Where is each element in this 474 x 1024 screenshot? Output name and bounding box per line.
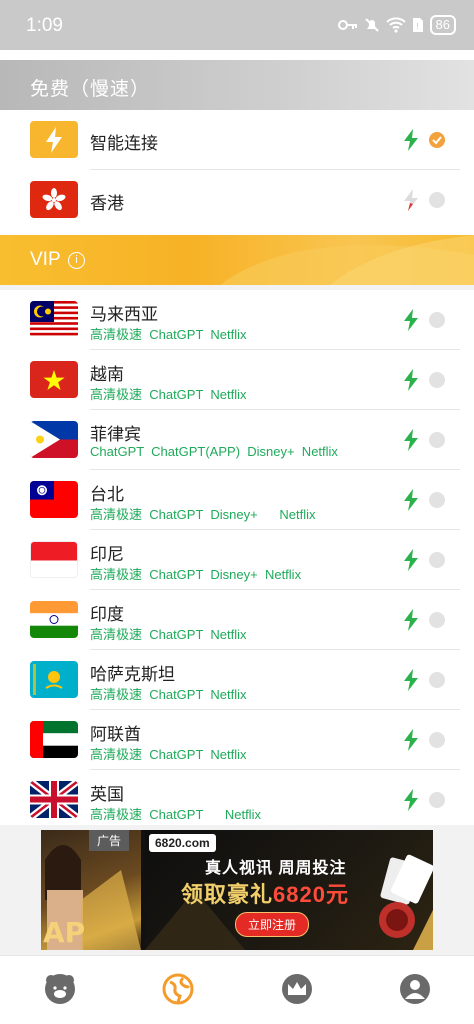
signal-bolt-icon [404, 789, 418, 811]
ad-label: 广告 [89, 830, 130, 851]
list-item-smart-connect[interactable]: 智能连接 [0, 110, 474, 170]
server-tags: ChatGPT ChatGPT(APP) Disney+ Netflix [90, 444, 338, 459]
vip-list: 马来西亚 高清极速 ChatGPT Netflix 越南 高清极速 ChatGP… [0, 290, 474, 825]
user-icon[interactable] [398, 972, 432, 1006]
server-name: 哈萨克斯坦 [90, 665, 175, 684]
server-tags: 高清极速 ChatGPT Netflix [90, 327, 247, 342]
list-item-india[interactable]: 印度 高清极速 ChatGPT Netflix [0, 590, 474, 650]
info-icon[interactable]: i [68, 252, 85, 269]
taipei-flag [30, 481, 78, 518]
vip-section-header: VIP i [0, 235, 474, 285]
server-tags: 高清极速 ChatGPT Netflix [90, 687, 247, 702]
signal-bolt-icon [404, 669, 418, 691]
server-name: 阿联酋 [90, 725, 141, 744]
list-item-hong-kong[interactable]: 香港 [0, 170, 474, 230]
signal-bolt-icon [404, 729, 418, 751]
list-item-taipei[interactable]: 台北 高清极速 ChatGPT Disney+ Netflix [0, 470, 474, 530]
select-radio[interactable] [429, 732, 445, 748]
bear-icon[interactable] [43, 972, 77, 1006]
select-radio[interactable] [429, 612, 445, 628]
mute-icon [364, 18, 379, 32]
server-tags: 高清极速 ChatGPT Netflix [90, 387, 247, 402]
uae-flag [30, 721, 78, 758]
ad-image-right: 6820.com 真人视讯 周周投注 领取豪礼6820元 立即注册 [145, 830, 433, 950]
free-section-header: 免费（慢速） [0, 60, 474, 110]
server-name: 越南 [90, 365, 124, 384]
ad-headline: 真人视讯 周周投注 [205, 860, 347, 877]
vietnam-flag [30, 361, 78, 398]
battery-level: 86 [429, 15, 456, 35]
malaysia-flag [30, 301, 78, 338]
signal-bolt-icon [404, 309, 418, 331]
select-radio[interactable] [429, 552, 445, 568]
spacer [0, 50, 474, 60]
server-name: 菲律宾 [90, 425, 141, 444]
server-tags: 高清极速 ChatGPT Disney+ Netflix [90, 507, 316, 522]
signal-bolt-icon [404, 609, 418, 631]
signal-bolt-weak-icon [404, 189, 418, 211]
ad-offer-amount: 6820元 [273, 882, 349, 907]
crown-icon[interactable] [280, 972, 314, 1006]
indonesia-flag [30, 541, 78, 578]
list-item-indonesia[interactable]: 印尼 高清极速 ChatGPT Disney+ Netflix [0, 530, 474, 590]
list-item-uae[interactable]: 阿联酋 高清极速 ChatGPT Netflix [0, 710, 474, 770]
select-radio[interactable] [429, 192, 445, 208]
sim-icon: ! [412, 18, 423, 32]
vip-section-title: VIP [30, 249, 61, 270]
bottom-nav [0, 955, 474, 1024]
server-name: 英国 [90, 785, 124, 804]
server-tags: 高清极速 ChatGPT Disney+ Netflix [90, 567, 302, 582]
svg-text:AP: AP [43, 916, 85, 949]
select-radio[interactable] [429, 792, 445, 808]
server-name: 智能连接 [90, 134, 158, 153]
ad-offer: 领取豪礼6820元 [181, 877, 349, 909]
free-list: 智能连接 香港 [0, 110, 474, 235]
list-item-vietnam[interactable]: 越南 高清极速 ChatGPT Netflix [0, 350, 474, 410]
ad-banner[interactable]: AP 广告 6820.com 真人视讯 周周投注 领取豪礼6820元 立即注册 [41, 830, 433, 950]
list-item-malaysia[interactable]: 马来西亚 高清极速 ChatGPT Netflix [0, 290, 474, 350]
india-flag [30, 601, 78, 638]
signal-bolt-icon [404, 489, 418, 511]
select-radio[interactable] [429, 672, 445, 688]
svg-text:!: ! [416, 22, 419, 31]
signal-bolt-icon [404, 549, 418, 571]
select-radio[interactable] [429, 312, 445, 328]
server-name: 台北 [90, 485, 124, 504]
list-item-philippines[interactable]: 菲律宾 ChatGPT ChatGPT(APP) Disney+ Netflix [0, 410, 474, 470]
server-tags: 高清极速 ChatGPT Netflix [90, 807, 261, 822]
key-icon [337, 20, 357, 30]
lightning-icon [30, 121, 78, 158]
signal-bolt-icon [404, 369, 418, 391]
signal-bolt-icon [404, 129, 418, 151]
server-name: 印尼 [90, 545, 124, 564]
free-section-title: 免费（慢速） [30, 79, 151, 100]
philippines-flag [30, 421, 78, 458]
status-icons: ! 86 [337, 15, 456, 35]
kazakhstan-flag [30, 661, 78, 698]
selected-check-icon[interactable] [429, 132, 445, 148]
list-item-kazakhstan[interactable]: 哈萨克斯坦 高清极速 ChatGPT Netflix [0, 650, 474, 710]
server-name: 马来西亚 [90, 305, 158, 324]
server-tags: 高清极速 ChatGPT Netflix [90, 747, 247, 762]
ad-domain: 6820.com [149, 834, 216, 852]
globe-icon[interactable] [161, 972, 195, 1006]
status-bar: 1:09 ! 86 [0, 0, 474, 50]
server-name: 香港 [90, 194, 124, 213]
signal-bolt-icon [404, 429, 418, 451]
uk-flag [30, 781, 78, 818]
ad-register-button[interactable]: 立即注册 [235, 912, 310, 937]
ad-offer-text: 领取豪礼 [181, 882, 274, 907]
select-radio[interactable] [429, 432, 445, 448]
select-radio[interactable] [429, 372, 445, 388]
list-item-uk[interactable]: 英国 高清极速 ChatGPT Netflix [0, 770, 474, 830]
wifi-icon [385, 17, 406, 33]
server-tags: 高清极速 ChatGPT Netflix [90, 627, 247, 642]
clock: 1:09 [26, 15, 63, 36]
server-name: 印度 [90, 605, 124, 624]
select-radio[interactable] [429, 492, 445, 508]
hong-kong-flag [30, 181, 78, 218]
